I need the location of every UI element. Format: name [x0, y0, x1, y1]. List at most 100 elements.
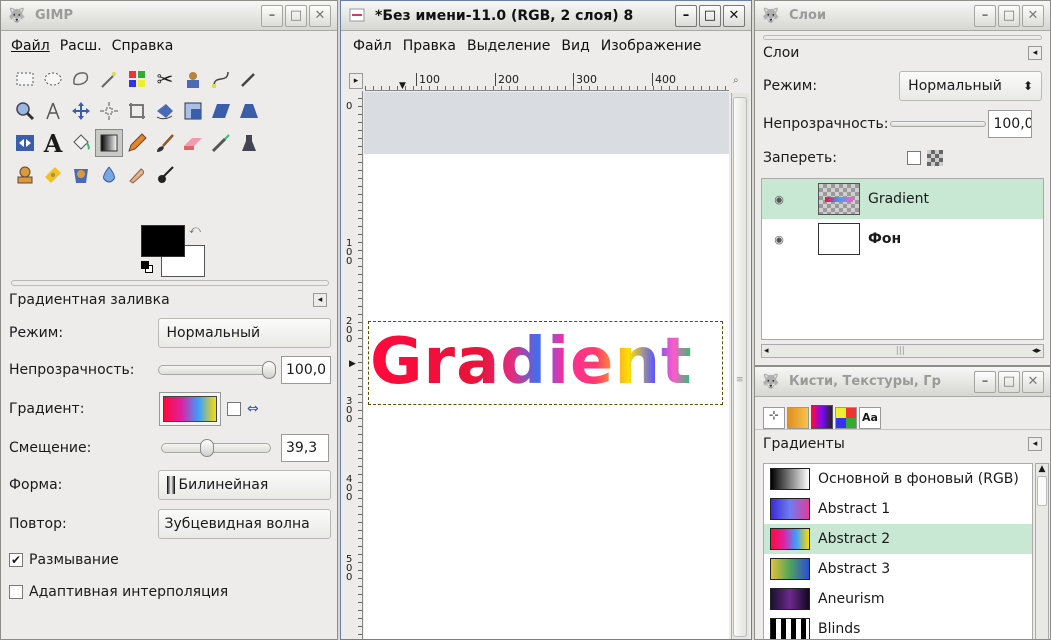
tab-brushes[interactable]: ⊹ [763, 407, 785, 429]
scroll-right-icon[interactable]: ◂▸ [1032, 346, 1041, 356]
menu-file[interactable]: Файл [353, 38, 392, 54]
pencil-icon[interactable] [123, 129, 151, 157]
move-icon[interactable] [67, 97, 95, 125]
color-picker-icon[interactable] [235, 65, 263, 93]
minimize-button[interactable]: – [974, 4, 996, 27]
dither-checkbox[interactable]: ✔ [9, 553, 23, 567]
close-button[interactable]: ✕ [723, 4, 745, 27]
bucket-fill-icon[interactable] [67, 129, 95, 157]
image-canvas[interactable]: Gradient [364, 154, 729, 639]
flip-icon[interactable] [11, 129, 39, 157]
foreground-color-swatch[interactable] [141, 225, 185, 257]
menu-file[interactable]: Файл [11, 38, 50, 54]
mode-select[interactable]: Нормальный [157, 318, 331, 348]
gradient-item[interactable]: Abstract 2 [764, 524, 1032, 554]
shear-icon[interactable] [207, 97, 235, 125]
layers-mode-select[interactable]: Нормальный ⬍ [899, 71, 1042, 101]
close-button[interactable]: ✕ [309, 4, 331, 27]
scroll-left-icon[interactable]: ◂ [764, 346, 769, 356]
toolbox-titlebar[interactable]: 🐺 GIMP – □ ✕ [1, 1, 337, 31]
offset-slider-knob[interactable] [200, 439, 214, 457]
tab-gradients[interactable] [811, 405, 833, 429]
layers-hscrollbar[interactable]: ◂ ||| ◂▸ [761, 344, 1044, 358]
color-select-icon[interactable] [123, 65, 151, 93]
paintbrush-icon[interactable] [151, 129, 179, 157]
adaptive-checkbox[interactable] [9, 585, 23, 599]
reverse-gradient-checkbox[interactable] [227, 402, 241, 416]
minimize-button[interactable]: – [675, 4, 697, 27]
clone-icon[interactable] [11, 161, 39, 189]
dither-row[interactable]: ✔ Размывание [1, 544, 337, 576]
repeat-select[interactable]: Зубцевидная волна [157, 509, 331, 539]
menu-select[interactable]: Выделение [467, 38, 550, 54]
maximize-button[interactable]: □ [699, 4, 721, 27]
menu-extensions[interactable]: Расш. [60, 38, 102, 54]
opacity-slider[interactable] [157, 361, 276, 379]
top-ruler[interactable]: 100 200 300 400 ▼ [365, 73, 729, 91]
layers-opacity-input[interactable]: 100,0 [988, 110, 1033, 138]
airbrush-icon[interactable] [207, 129, 235, 157]
gradient-item[interactable]: Abstract 3 [764, 554, 1032, 584]
gradients-vscrollbar[interactable]: ▲ [1035, 463, 1049, 639]
scroll-thumb[interactable] [733, 97, 747, 637]
maximize-button[interactable]: □ [285, 4, 307, 27]
image-titlebar[interactable]: *Без имени-11.0 (RGB, 2 слоя) 8 – □ ✕ [341, 1, 751, 31]
gradient-item[interactable]: Основной в фоновый (RGB) [764, 464, 1032, 494]
menu-help[interactable]: Справка [112, 38, 174, 54]
gradient-preview-button[interactable] [159, 392, 221, 426]
tab-palettes[interactable] [835, 407, 857, 429]
panel-menu-icon[interactable]: ◂ [313, 293, 327, 307]
dodge-burn-icon[interactable] [151, 161, 179, 189]
blur-icon[interactable] [95, 161, 123, 189]
foreground-select-icon[interactable] [179, 65, 207, 93]
vertical-scrollbar[interactable]: ≡ [731, 93, 749, 639]
lock-alpha-checkbox[interactable] [907, 151, 921, 165]
ellipse-select-icon[interactable] [39, 65, 67, 93]
free-select-icon[interactable] [67, 65, 95, 93]
gradient-item[interactable]: Abstract 1 [764, 494, 1032, 524]
tab-patterns[interactable] [787, 407, 809, 429]
close-button[interactable]: ✕ [1022, 370, 1044, 393]
rotate-icon[interactable] [151, 97, 179, 125]
scale-icon[interactable] [179, 97, 207, 125]
brushes-titlebar[interactable]: 🐺 Кисти, Текстуры, Гр – □ ✕ [755, 367, 1050, 397]
layers-opacity-slider[interactable] [890, 121, 987, 127]
layer-row[interactable]: ◉ Фон [762, 219, 1043, 259]
opacity-input[interactable]: 100,0 [281, 356, 331, 384]
menu-view[interactable]: Вид [561, 38, 589, 54]
adaptive-row[interactable]: Адаптивная интерполяция [1, 576, 337, 608]
navigate-icon[interactable]: ⌕ [733, 75, 747, 89]
maximize-button[interactable]: □ [998, 4, 1020, 27]
swap-colors-icon[interactable]: ⤺ [189, 223, 201, 237]
menu-edit[interactable]: Правка [403, 38, 456, 54]
gradient-item[interactable]: Blinds [764, 614, 1032, 639]
layers-titlebar[interactable]: 🐺 Слои – □ ✕ [755, 1, 1050, 31]
eye-icon[interactable]: ◉ [762, 193, 796, 206]
perspective-icon[interactable] [235, 97, 263, 125]
offset-slider[interactable] [161, 439, 271, 457]
ruler-corner-button[interactable]: ▸ [349, 73, 363, 89]
crop-icon[interactable] [123, 97, 151, 125]
shape-select[interactable]: Билинейная [157, 470, 331, 500]
scissors-icon[interactable]: ✂ [151, 65, 179, 93]
layer-row[interactable]: ◉ Gradient [762, 179, 1043, 219]
left-ruler[interactable]: 0 100 200 300 400 500 ▶ [345, 91, 363, 639]
offset-input[interactable]: 39,3 [281, 434, 329, 462]
paths-icon[interactable] [207, 65, 235, 93]
eraser-icon[interactable] [179, 129, 207, 157]
minimize-button[interactable]: – [261, 4, 283, 27]
panel-menu-icon[interactable]: ◂ [1028, 46, 1042, 60]
text-icon[interactable]: A [39, 129, 67, 158]
rect-select-icon[interactable] [11, 65, 39, 93]
ink-icon[interactable] [235, 129, 263, 157]
zoom-icon[interactable] [11, 97, 39, 125]
scroll-thumb[interactable] [1037, 476, 1047, 506]
gradient-item[interactable]: Aneurism [764, 584, 1032, 614]
heal-icon[interactable] [39, 161, 67, 189]
smudge-icon[interactable] [123, 161, 151, 189]
fuzzy-select-icon[interactable] [95, 65, 123, 93]
tab-fonts[interactable]: Aa [859, 407, 881, 429]
maximize-button[interactable]: □ [998, 370, 1020, 393]
scroll-up-icon[interactable]: ▲ [1036, 464, 1048, 474]
minimize-button[interactable]: – [974, 370, 996, 393]
